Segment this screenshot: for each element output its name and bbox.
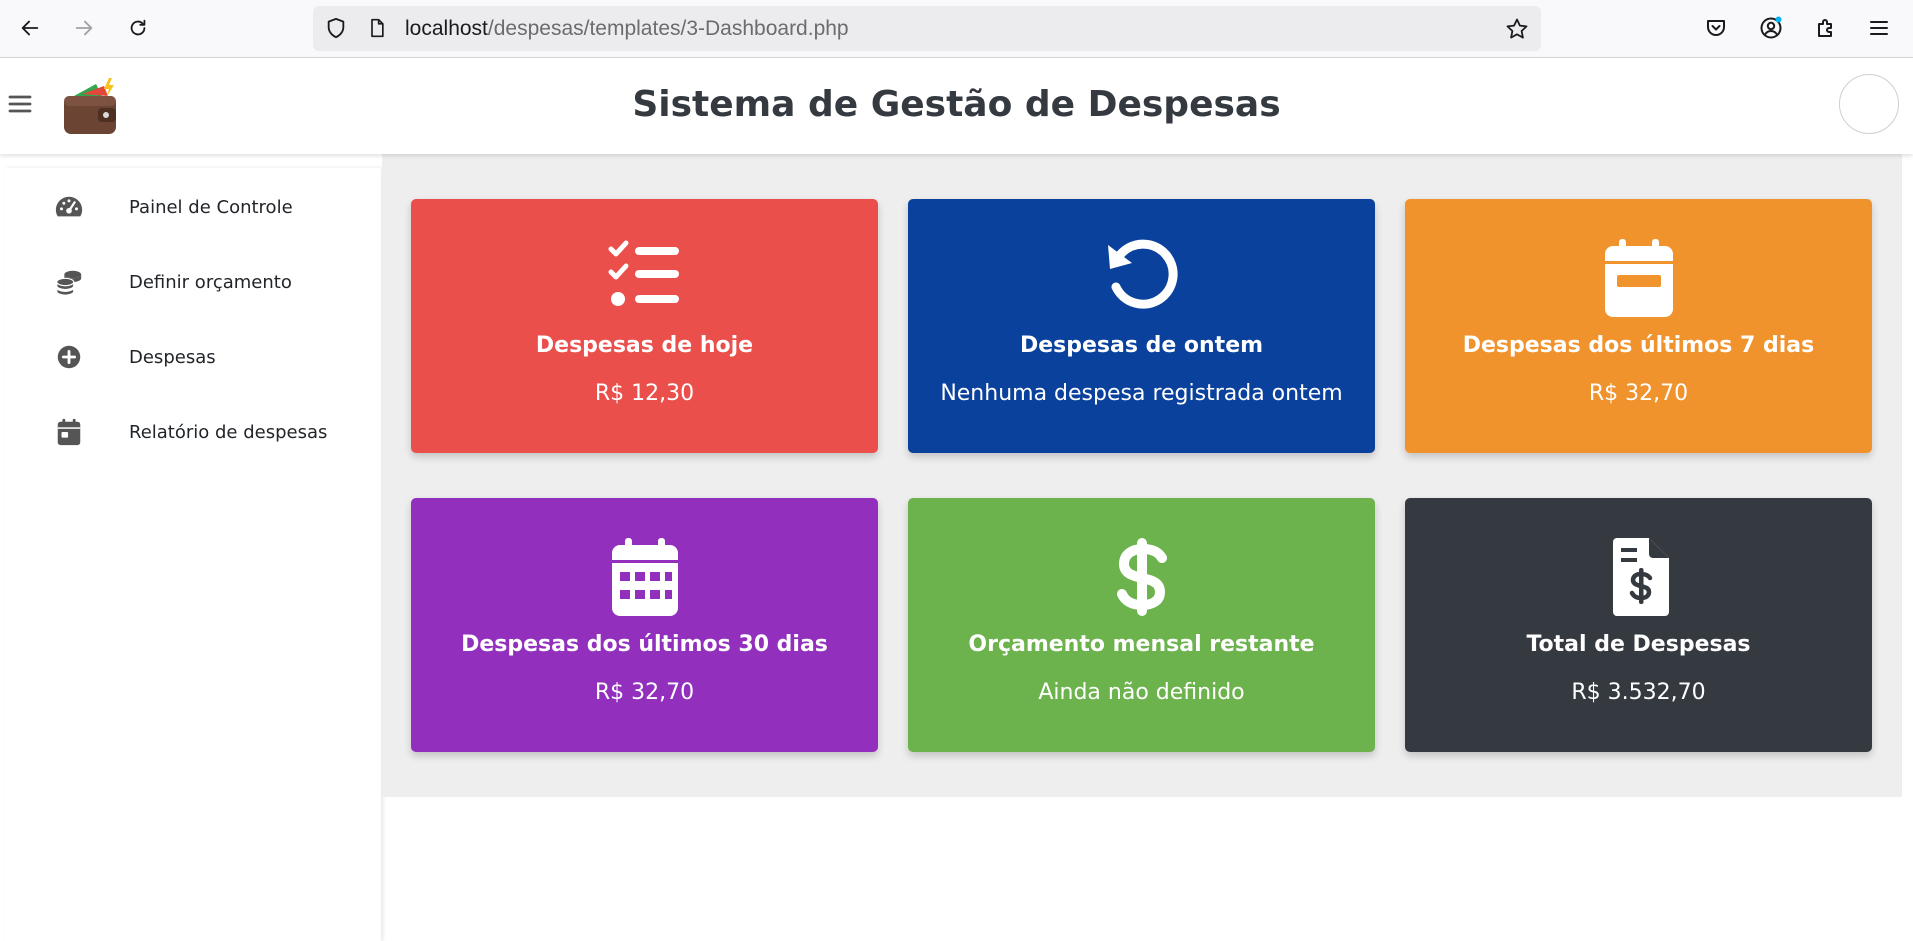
card-value: R$ 3.532,70 xyxy=(1571,680,1706,705)
card-title: Despesas de ontem xyxy=(1019,333,1264,358)
account-icon xyxy=(1760,16,1782,39)
avatar[interactable] xyxy=(1839,74,1899,134)
sidebar-item-expenses[interactable]: Despesas xyxy=(5,329,381,385)
url-path: /despesas/templates/3-Dashboard.php xyxy=(487,17,849,40)
file-invoice-dollar-icon xyxy=(1405,538,1872,616)
card-last-7-days: Despesas dos últimos 7 dias R$ 32,70 xyxy=(1405,199,1872,453)
card-value: R$ 12,30 xyxy=(594,381,695,406)
url-host: localhost xyxy=(405,17,488,40)
page-title: Sistema de Gestão de Despesas xyxy=(632,84,1281,125)
arrow-right-icon xyxy=(75,20,93,36)
card-title: Total de Despesas xyxy=(1526,632,1751,657)
pocket-icon xyxy=(1707,20,1725,36)
pocket-button[interactable] xyxy=(1700,12,1732,44)
page-icon[interactable] xyxy=(367,18,387,38)
rotate-left-icon xyxy=(908,239,1375,317)
card-last-30-days: Despesas dos últimos 30 dias R$ 32,70 xyxy=(411,498,878,752)
menu-icon xyxy=(1870,21,1888,35)
card-title: Despesas de hoje xyxy=(535,333,754,358)
arrow-left-icon xyxy=(21,20,39,36)
card-yesterday-expenses: Despesas de ontem Nenhuma despesa regist… xyxy=(908,199,1375,453)
card-title: Orçamento mensal restante xyxy=(968,632,1315,657)
back-button[interactable] xyxy=(12,10,48,46)
app-header: Sistema de Gestão de Despesas xyxy=(0,58,1913,154)
shield-icon[interactable] xyxy=(325,17,347,39)
plus-circle-icon xyxy=(53,341,85,373)
card-value: R$ 32,70 xyxy=(594,680,695,705)
card-value: Nenhuma despesa registrada ontem xyxy=(940,381,1343,406)
calendar-days-icon xyxy=(411,538,878,616)
card-title: Despesas dos últimos 30 dias xyxy=(461,632,828,657)
sidebar-item-label: Painel de Controle xyxy=(129,196,293,218)
card-total-expenses: Total de Despesas R$ 3.532,70 xyxy=(1405,498,1872,752)
url-bar[interactable]: localhost/despesas/templates/3-Dashboard… xyxy=(313,6,1541,51)
calendar-icon xyxy=(53,416,85,448)
browser-toolbar: localhost/despesas/templates/3-Dashboard… xyxy=(0,0,1913,58)
puzzle-icon xyxy=(1818,19,1832,37)
sidebar-item-dashboard[interactable]: Painel de Controle xyxy=(5,179,381,235)
sidebar: Painel de Controle Definir orçamento Des… xyxy=(5,168,381,941)
card-title: Despesas dos últimos 7 dias xyxy=(1462,333,1815,358)
sidebar-item-report[interactable]: Relatório de despesas xyxy=(5,404,381,460)
calendar-minus-icon xyxy=(1405,239,1872,317)
sidebar-item-budget[interactable]: Definir orçamento xyxy=(5,254,381,310)
sidebar-item-label: Relatório de despesas xyxy=(129,421,328,443)
menu-button[interactable] xyxy=(1863,12,1895,44)
gauge-icon xyxy=(53,191,85,223)
dollar-sign-icon xyxy=(908,538,1375,616)
forward-button[interactable] xyxy=(66,10,102,46)
extensions-button[interactable] xyxy=(1810,12,1842,44)
card-value: Ainda não definido xyxy=(1038,680,1245,705)
account-button[interactable] xyxy=(1755,12,1787,44)
card-value: R$ 32,70 xyxy=(1588,381,1689,406)
reload-icon xyxy=(130,19,146,36)
list-check-icon xyxy=(411,239,878,317)
sidebar-item-label: Definir orçamento xyxy=(129,271,292,293)
url-text[interactable]: localhost/despesas/templates/3-Dashboard… xyxy=(405,17,849,41)
dashboard-main: Despesas de hoje R$ 12,30 Despesas de on… xyxy=(382,154,1902,797)
reload-button[interactable] xyxy=(120,10,156,46)
card-monthly-budget: Orçamento mensal restante Ainda não defi… xyxy=(908,498,1375,752)
star-icon[interactable] xyxy=(1505,17,1529,41)
card-today-expenses: Despesas de hoje R$ 12,30 xyxy=(411,199,878,453)
coins-icon xyxy=(53,266,85,298)
sidebar-item-label: Despesas xyxy=(129,346,216,368)
